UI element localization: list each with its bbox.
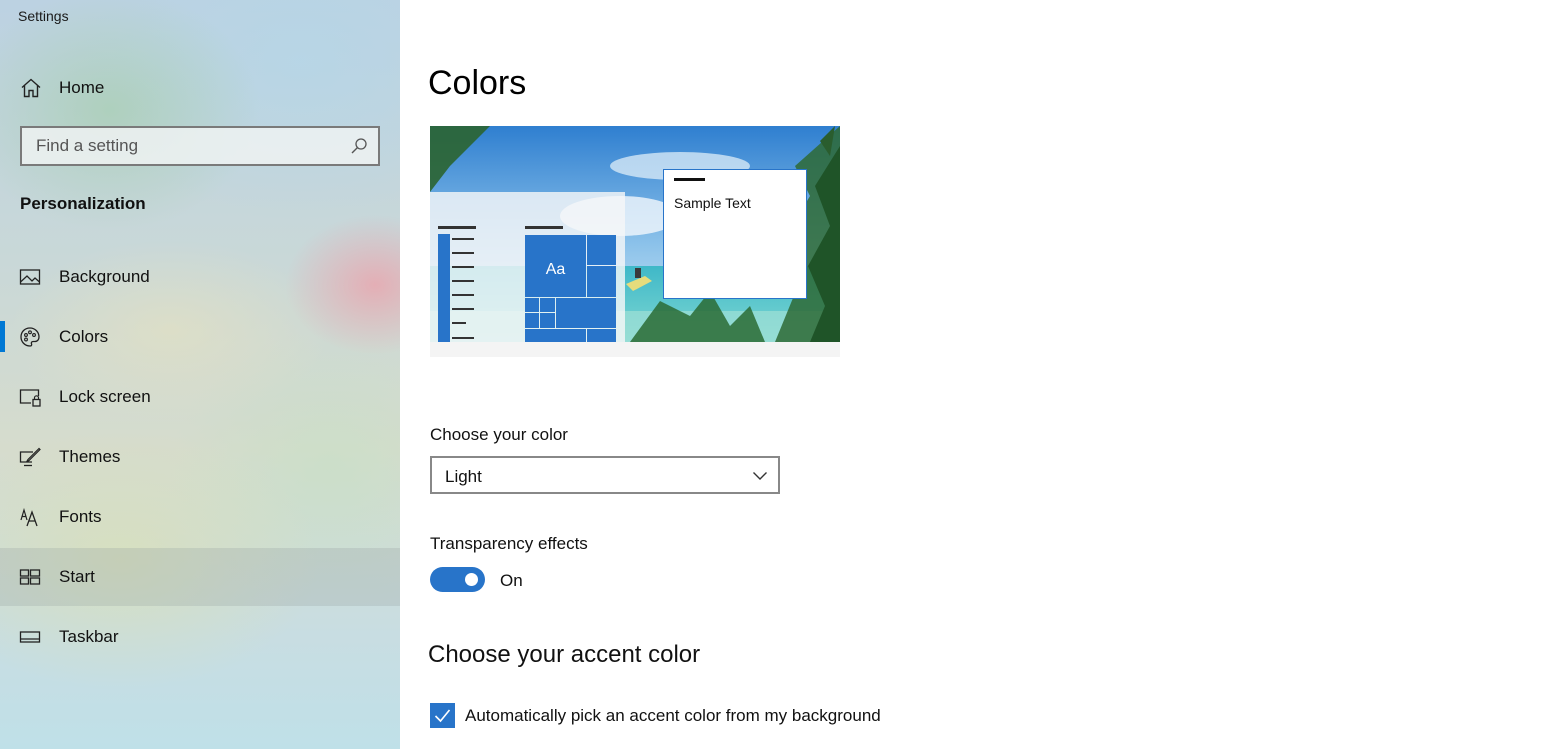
sidebar-item-label: Themes [59, 447, 121, 466]
accent-color-heading: Choose your accent color [428, 641, 701, 668]
checkmark-icon [434, 709, 451, 723]
choose-color-value: Light [445, 467, 482, 486]
sidebar-item-label: Fonts [59, 507, 102, 526]
taskbar-icon [19, 631, 41, 643]
sidebar-item-label: Taskbar [59, 627, 119, 646]
palette-icon [20, 327, 40, 347]
theme-preview: Aa Sample Text [430, 126, 840, 357]
sidebar-item-label: Lock screen [59, 387, 151, 406]
transparency-label: Transparency effects [430, 534, 588, 553]
auto-accent-checkbox[interactable] [430, 703, 455, 728]
preview-sample-text: Sample Text [674, 195, 751, 211]
home-nav-item[interactable]: Home [0, 66, 400, 110]
sidebar-item-label: Start [59, 567, 95, 586]
choose-color-dropdown[interactable]: Light [430, 456, 780, 494]
fonts-icon [20, 507, 38, 527]
auto-accent-label: Automatically pick an accent color from … [465, 706, 881, 725]
main-content: Colors Aa Sample Text Choose your color … [400, 0, 1542, 749]
transparency-toggle[interactable] [430, 567, 485, 592]
choose-color-label: Choose your color [430, 425, 568, 444]
page-title: Colors [428, 64, 527, 102]
picture-icon [19, 269, 41, 285]
home-label: Home [59, 78, 105, 97]
chevron-down-icon [753, 472, 767, 480]
sidebar-item-taskbar[interactable]: Taskbar [0, 608, 400, 666]
sidebar-item-themes[interactable]: Themes [0, 428, 400, 486]
transparency-state: On [500, 571, 523, 590]
sidebar-item-lock-screen[interactable]: Lock screen [0, 368, 400, 426]
search-icon[interactable] [350, 137, 368, 155]
sidebar: Settings Home Personalization Background [0, 0, 400, 749]
sidebar-item-fonts[interactable]: Fonts [0, 488, 400, 546]
app-title: Settings [18, 8, 69, 24]
preview-tile-text: Aa [546, 261, 566, 278]
lock-screen-icon [19, 389, 41, 407]
search-box [20, 126, 380, 166]
sidebar-item-label: Colors [59, 327, 109, 346]
home-icon [21, 78, 41, 98]
section-label-personalization: Personalization [20, 194, 146, 213]
toggle-knob [465, 573, 478, 586]
start-icon [19, 569, 41, 585]
search-input[interactable] [22, 129, 332, 163]
sidebar-item-colors[interactable]: Colors [0, 308, 400, 366]
themes-icon [19, 447, 41, 467]
sidebar-item-background[interactable]: Background [0, 248, 400, 306]
sidebar-item-label: Background [59, 267, 150, 286]
preview-image: Aa Sample Text [430, 126, 840, 357]
sidebar-item-start[interactable]: Start [0, 548, 400, 606]
